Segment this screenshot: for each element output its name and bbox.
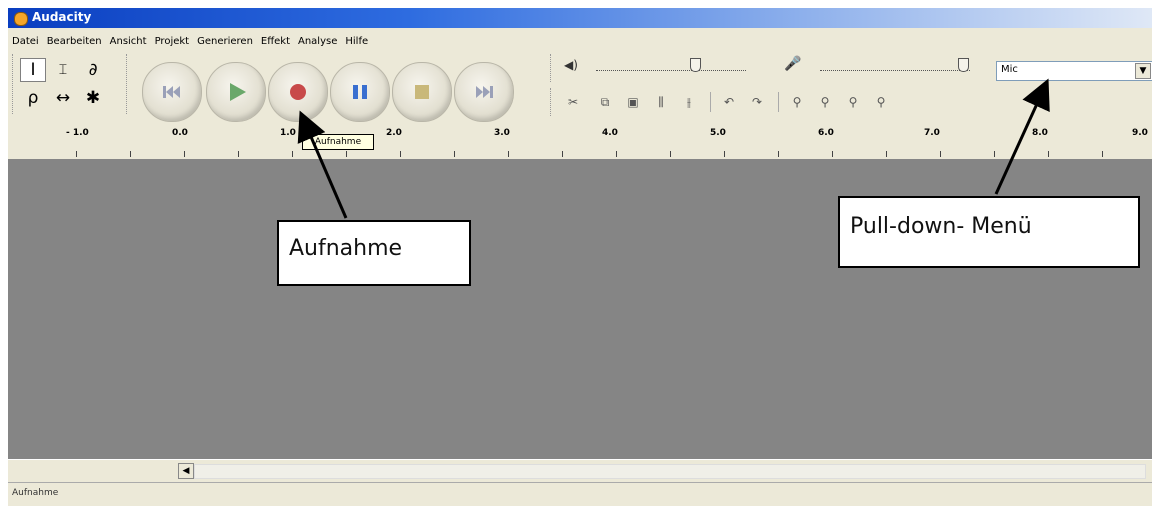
callout-record-text: Aufnahme	[289, 236, 403, 261]
skip-end-icon	[476, 86, 493, 98]
ruler-tick	[76, 151, 77, 157]
ruler-label: 7.0	[924, 128, 940, 138]
menu-datei[interactable]: Datei	[8, 33, 43, 50]
play-button[interactable]	[206, 62, 266, 122]
fit-project-icon[interactable]: ⚲	[870, 92, 892, 112]
redo-icon[interactable]: ↷	[746, 92, 768, 112]
ruler-tick	[184, 151, 185, 157]
multi-tool[interactable]: ✱	[80, 86, 106, 110]
record-tooltip: Aufnahme	[302, 134, 374, 150]
menu-analyse[interactable]: Analyse	[294, 33, 341, 50]
record-button[interactable]	[268, 62, 328, 122]
envelope-tool[interactable]: ⌶	[50, 58, 76, 82]
ruler-tick	[400, 151, 401, 157]
transport-grip[interactable]	[126, 54, 130, 114]
selection-tool[interactable]: I	[20, 58, 46, 82]
menu-generieren[interactable]: Generieren	[193, 33, 257, 50]
ruler-tick	[238, 151, 239, 157]
skip-start-icon	[163, 86, 180, 98]
ruler-label: 1.0	[280, 128, 296, 138]
window-title: Audacity	[32, 10, 92, 24]
meter-grip[interactable]	[550, 54, 554, 82]
ruler-tick	[778, 151, 779, 157]
ruler-label: 6.0	[818, 128, 834, 138]
ruler-label: 2.0	[386, 128, 402, 138]
ruler-tick	[832, 151, 833, 157]
ruler-tick	[724, 151, 725, 157]
speaker-icon: ◀)	[564, 58, 578, 72]
skip-start-button[interactable]	[142, 62, 202, 122]
output-volume-thumb[interactable]	[690, 58, 701, 72]
title-bar: Audacity	[8, 8, 1152, 28]
input-volume-thumb[interactable]	[958, 58, 969, 72]
menu-projekt[interactable]: Projekt	[151, 33, 194, 50]
ruler-tick	[886, 151, 887, 157]
ruler-tick	[670, 151, 671, 157]
ruler-tick	[508, 151, 509, 157]
scroll-left-icon[interactable]: ◀	[178, 463, 194, 479]
paste-icon[interactable]: ▣	[622, 92, 644, 112]
ruler-label: 8.0	[1032, 128, 1048, 138]
zoom-out-icon[interactable]: ⚲	[814, 92, 836, 112]
stop-icon	[415, 85, 429, 99]
trim-icon[interactable]: ⫼	[650, 92, 672, 112]
ruler-label: 4.0	[602, 128, 618, 138]
separator	[710, 92, 711, 112]
edit-grip[interactable]	[550, 88, 554, 116]
timeline-ruler[interactable]: - 1.0 0.0 1.0 2.0 3.0 4.0 5.0 6.0 7.0 8.…	[8, 125, 1152, 160]
ruler-label: 9.0	[1132, 128, 1148, 138]
zoom-in-icon[interactable]: ⚲	[786, 92, 808, 112]
chevron-down-icon[interactable]: ▼	[1135, 63, 1151, 79]
callout-menu: Pull-down- Menü	[838, 196, 1140, 268]
stop-button[interactable]	[392, 62, 452, 122]
input-volume-slider[interactable]	[820, 58, 970, 71]
ruler-tick	[1048, 151, 1049, 157]
horizontal-scrollbar[interactable]: ◀	[8, 459, 1152, 480]
app-icon	[14, 12, 28, 26]
ruler-label: 0.0	[172, 128, 188, 138]
ruler-tick	[1102, 151, 1103, 157]
scroll-trough[interactable]	[194, 464, 1146, 479]
menu-effekt[interactable]: Effekt	[257, 33, 294, 50]
separator	[778, 92, 779, 112]
play-icon	[230, 83, 246, 101]
fit-selection-icon[interactable]: ⚲	[842, 92, 864, 112]
ruler-tick	[616, 151, 617, 157]
callout-menu-text: Pull-down- Menü	[850, 214, 1032, 239]
ruler-tick	[562, 151, 563, 157]
undo-icon[interactable]: ↶	[718, 92, 740, 112]
zoom-tool[interactable]: ρ	[20, 86, 46, 110]
draw-tool[interactable]: ∂	[80, 58, 106, 82]
tools-grip[interactable]	[12, 54, 16, 114]
microphone-icon: 🎤	[784, 56, 802, 72]
ruler-tick	[130, 151, 131, 157]
output-volume-slider[interactable]	[596, 58, 746, 71]
status-bar: Aufnahme	[8, 482, 1152, 505]
toolbar: I ⌶ ∂ ρ ↔ ✱ ◀) 🎤 ✂ ⧉ ▣ ⫼ ⫲ ↶ ↷ ⚲ ⚲ ⚲ ⚲	[8, 52, 1152, 124]
callout-record: Aufnahme	[277, 220, 471, 286]
ruler-tick	[292, 151, 293, 157]
pause-button[interactable]	[330, 62, 390, 122]
pause-icon	[353, 85, 367, 99]
skip-end-button[interactable]	[454, 62, 514, 122]
ruler-tick	[454, 151, 455, 157]
menu-bearbeiten[interactable]: Bearbeiten	[43, 33, 106, 50]
cut-icon[interactable]: ✂	[562, 92, 584, 112]
ruler-label: 3.0	[494, 128, 510, 138]
record-icon	[290, 84, 306, 100]
menu-hilfe[interactable]: Hilfe	[341, 33, 372, 50]
input-source-dropdown[interactable]: Mic ▼	[996, 61, 1152, 81]
input-source-value: Mic	[1001, 64, 1018, 75]
ruler-tick	[346, 151, 347, 157]
status-text: Aufnahme	[12, 488, 59, 498]
timeshift-tool[interactable]: ↔	[50, 86, 76, 110]
menu-ansicht[interactable]: Ansicht	[106, 33, 151, 50]
menu-bar: Datei Bearbeiten Ansicht Projekt Generieren E…	[8, 29, 1152, 49]
ruler-tick	[994, 151, 995, 157]
ruler-label: - 1.0	[66, 128, 89, 138]
ruler-label: 5.0	[710, 128, 726, 138]
copy-icon[interactable]: ⧉	[594, 92, 616, 112]
ruler-tick	[940, 151, 941, 157]
silence-icon[interactable]: ⫲	[678, 92, 700, 112]
